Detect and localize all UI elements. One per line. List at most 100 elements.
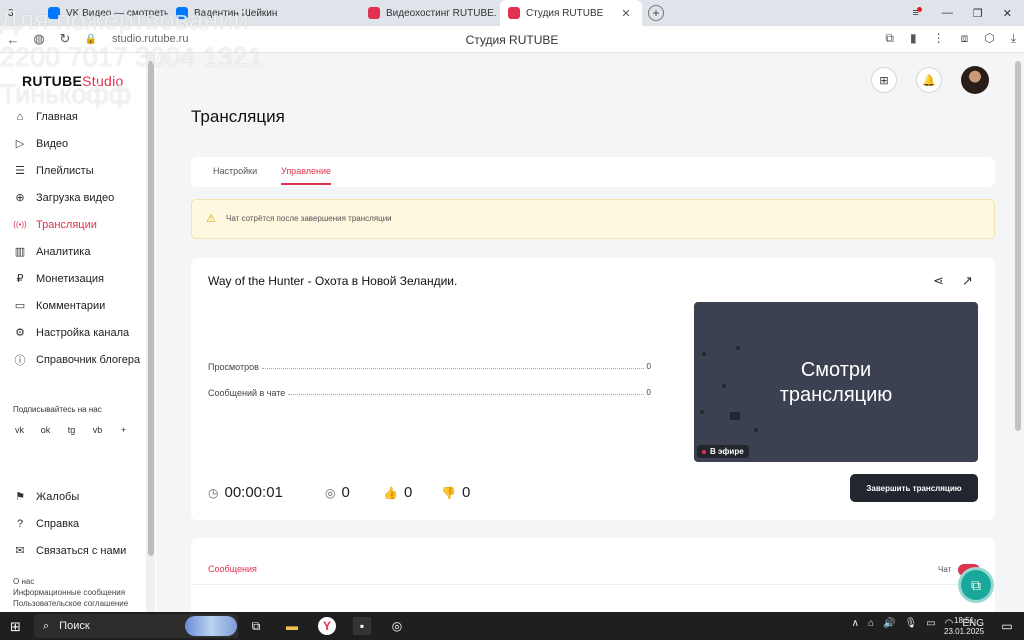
logo-main: RUTUBE (22, 73, 83, 89)
viber-icon[interactable]: vb (91, 425, 104, 435)
browser-tab[interactable]: 3 (0, 0, 40, 26)
stat-views: Просмотров 0 (208, 362, 651, 372)
vk-icon[interactable]: vk (13, 425, 26, 435)
footer-link[interactable]: Информационные сообщения (13, 587, 128, 598)
dislikes-value: 0 (461, 484, 471, 501)
taskbar-clock[interactable]: 18:51 23.01.2025 (944, 615, 984, 637)
preview-caption: Смотри трансляцию (694, 358, 978, 408)
sidebar-item-blogger-guide[interactable]: ⓘ Справочник блогера (0, 346, 146, 373)
volume-icon[interactable]: 🔊 (883, 618, 895, 629)
user-icon: ◎ (325, 485, 336, 500)
social-links: vk ok tg vb + (13, 425, 130, 435)
browser-tab[interactable]: Видеохостинг RUTUBE. С (360, 0, 500, 26)
file-explorer-icon[interactable]: ▬ (283, 617, 301, 635)
live-label: В эфире (710, 447, 744, 456)
tab-messages[interactable]: Сообщения (208, 564, 257, 574)
sidebar-item-complaints[interactable]: ⚑ Жалобы (0, 483, 146, 510)
telegram-icon[interactable]: tg (65, 425, 78, 435)
comments-icon: ▭ (14, 300, 26, 312)
browser-tab-active[interactable]: Студия RUTUBE ✕ (500, 0, 642, 26)
back-icon[interactable]: ← (0, 32, 26, 47)
end-stream-button[interactable]: Завершить трансляцию (850, 474, 978, 502)
sidebar-item-channel-settings[interactable]: ⚙ Настройка канала (0, 319, 146, 346)
browser-tab-bar: 3 VK Видео — смотреть он Вадентин Шейкин… (0, 0, 1024, 26)
thumbs-down-icon: 👎 (441, 485, 456, 500)
collections-icon[interactable]: ⧈ (961, 31, 969, 46)
translate-icon[interactable]: ⧉ (885, 31, 894, 46)
money-icon: ₽ (16, 273, 24, 285)
chevron-up-icon[interactable]: ∧ (852, 618, 859, 629)
network-icon[interactable]: ⌂ (868, 618, 874, 629)
notifications-button[interactable]: 🔔 (916, 67, 942, 93)
stat-value: 0 (646, 362, 651, 371)
preview-line: трансляцию (779, 384, 893, 406)
sidebar-item-video[interactable]: ▷ Видео (0, 130, 146, 157)
avatar[interactable] (961, 66, 989, 94)
address-bar-actions: ⧉ ▮ ⋮ ⧈ ⬡ ⤓ (885, 31, 1016, 46)
minimize-icon[interactable]: — (942, 7, 953, 19)
clock-time: 18:51 (954, 616, 975, 625)
extensions-icon[interactable]: ⬡ (984, 31, 994, 46)
stream-preview[interactable]: Смотри трансляцию В эфире (694, 302, 978, 462)
sidebar-item-home[interactable]: ⌂ Главная (0, 103, 146, 130)
more-socials-icon[interactable]: + (117, 425, 130, 435)
footer-link[interactable]: Пользовательское соглашение (13, 598, 128, 609)
mail-icon: ✉ (15, 545, 25, 557)
sidebar-item-contact[interactable]: ✉ Связаться с нами (0, 537, 146, 564)
task-view-icon[interactable]: ⧉ (247, 617, 265, 635)
notification-center-icon[interactable]: ▭ (998, 617, 1016, 635)
sidebar-item-analytics[interactable]: ▥ Аналитика (0, 238, 146, 265)
obs-app-icon[interactable]: ▪ (353, 617, 371, 635)
close-window-icon[interactable]: ✕ (1003, 7, 1012, 20)
more-icon[interactable]: ⋮ (933, 31, 945, 46)
page-scroll-thumb[interactable] (1015, 61, 1021, 431)
tab-label: Видеохостинг RUTUBE. С (386, 7, 500, 19)
download-icon[interactable]: ⤓ (1011, 31, 1016, 46)
share-icon[interactable]: ⋖ (933, 273, 944, 289)
sidebar-item-broadcasts[interactable]: ((•)) Трансляции (0, 211, 146, 238)
tab-settings[interactable]: Настройки (213, 166, 257, 176)
restore-icon[interactable]: ❐ (973, 7, 983, 20)
url-field[interactable]: studio.rutube.ru (112, 33, 188, 45)
sidebar-item-help[interactable]: ? Справка (0, 510, 146, 537)
duration-value: 00:00:01 (224, 484, 283, 501)
bookmark-icon[interactable]: ▮ (910, 31, 917, 46)
chat-label: Чат (938, 565, 952, 574)
likes-value: 0 (403, 484, 413, 501)
create-button[interactable]: ⊞ (871, 67, 897, 93)
sidebar: RUTUBEStudio ⌂ Главная ▷ Видео ☰ Плейлисты … (0, 53, 156, 612)
open-external-icon[interactable]: ↗ (962, 273, 973, 289)
flag-icon: ⚑ (15, 491, 25, 503)
sidebar-item-upload[interactable]: ⊕ Загрузка видео (0, 184, 146, 211)
new-tab-button[interactable]: + (648, 5, 664, 21)
broadcast-icon: ((•)) (13, 220, 27, 229)
stat-label: Сообщений в чате (208, 388, 286, 398)
ok-icon[interactable]: ok (39, 425, 52, 435)
yandex-protect-icon[interactable]: ◍ (26, 31, 52, 47)
browser-tab[interactable]: Вадентин Шейкин (168, 0, 360, 26)
sidebar-item-comments[interactable]: ▭ Комментарии (0, 292, 146, 319)
menu-icon[interactable]: ≡ (912, 7, 922, 19)
sidebar-item-monetization[interactable]: ₽ Монетизация (0, 265, 146, 292)
windows-start-icon[interactable]: ⊞ (10, 619, 21, 635)
sidebar-item-label: Видео (36, 137, 69, 150)
follow-label: Подписывайтесь на нас (13, 405, 102, 414)
mic-icon[interactable]: 🎙 (904, 618, 917, 629)
close-icon[interactable]: ✕ (621, 7, 630, 20)
search-highlight-image (185, 616, 237, 636)
sidebar-scroll-thumb[interactable] (148, 61, 154, 556)
playlist-icon: ☰ (15, 165, 25, 177)
tab-management[interactable]: Управление (281, 166, 332, 185)
browser-tab[interactable]: VK Видео — смотреть он (40, 0, 168, 26)
rutube-studio-logo[interactable]: RUTUBEStudio (22, 73, 124, 89)
yandex-browser-icon[interactable]: Y (318, 617, 336, 635)
support-chat-button[interactable]: ⧉ (958, 567, 994, 603)
reload-icon[interactable]: ↻ (52, 31, 78, 47)
obs-studio-icon[interactable]: ◎ (388, 617, 406, 635)
sidebar-item-label: Загрузка видео (36, 191, 115, 204)
tab-label: Студия RUTUBE (526, 7, 604, 19)
battery-icon[interactable]: ▭ (926, 618, 935, 629)
sidebar-item-playlists[interactable]: ☰ Плейлисты (0, 157, 146, 184)
stat-label: Просмотров (208, 362, 259, 372)
footer-link[interactable]: О нас (13, 576, 128, 587)
